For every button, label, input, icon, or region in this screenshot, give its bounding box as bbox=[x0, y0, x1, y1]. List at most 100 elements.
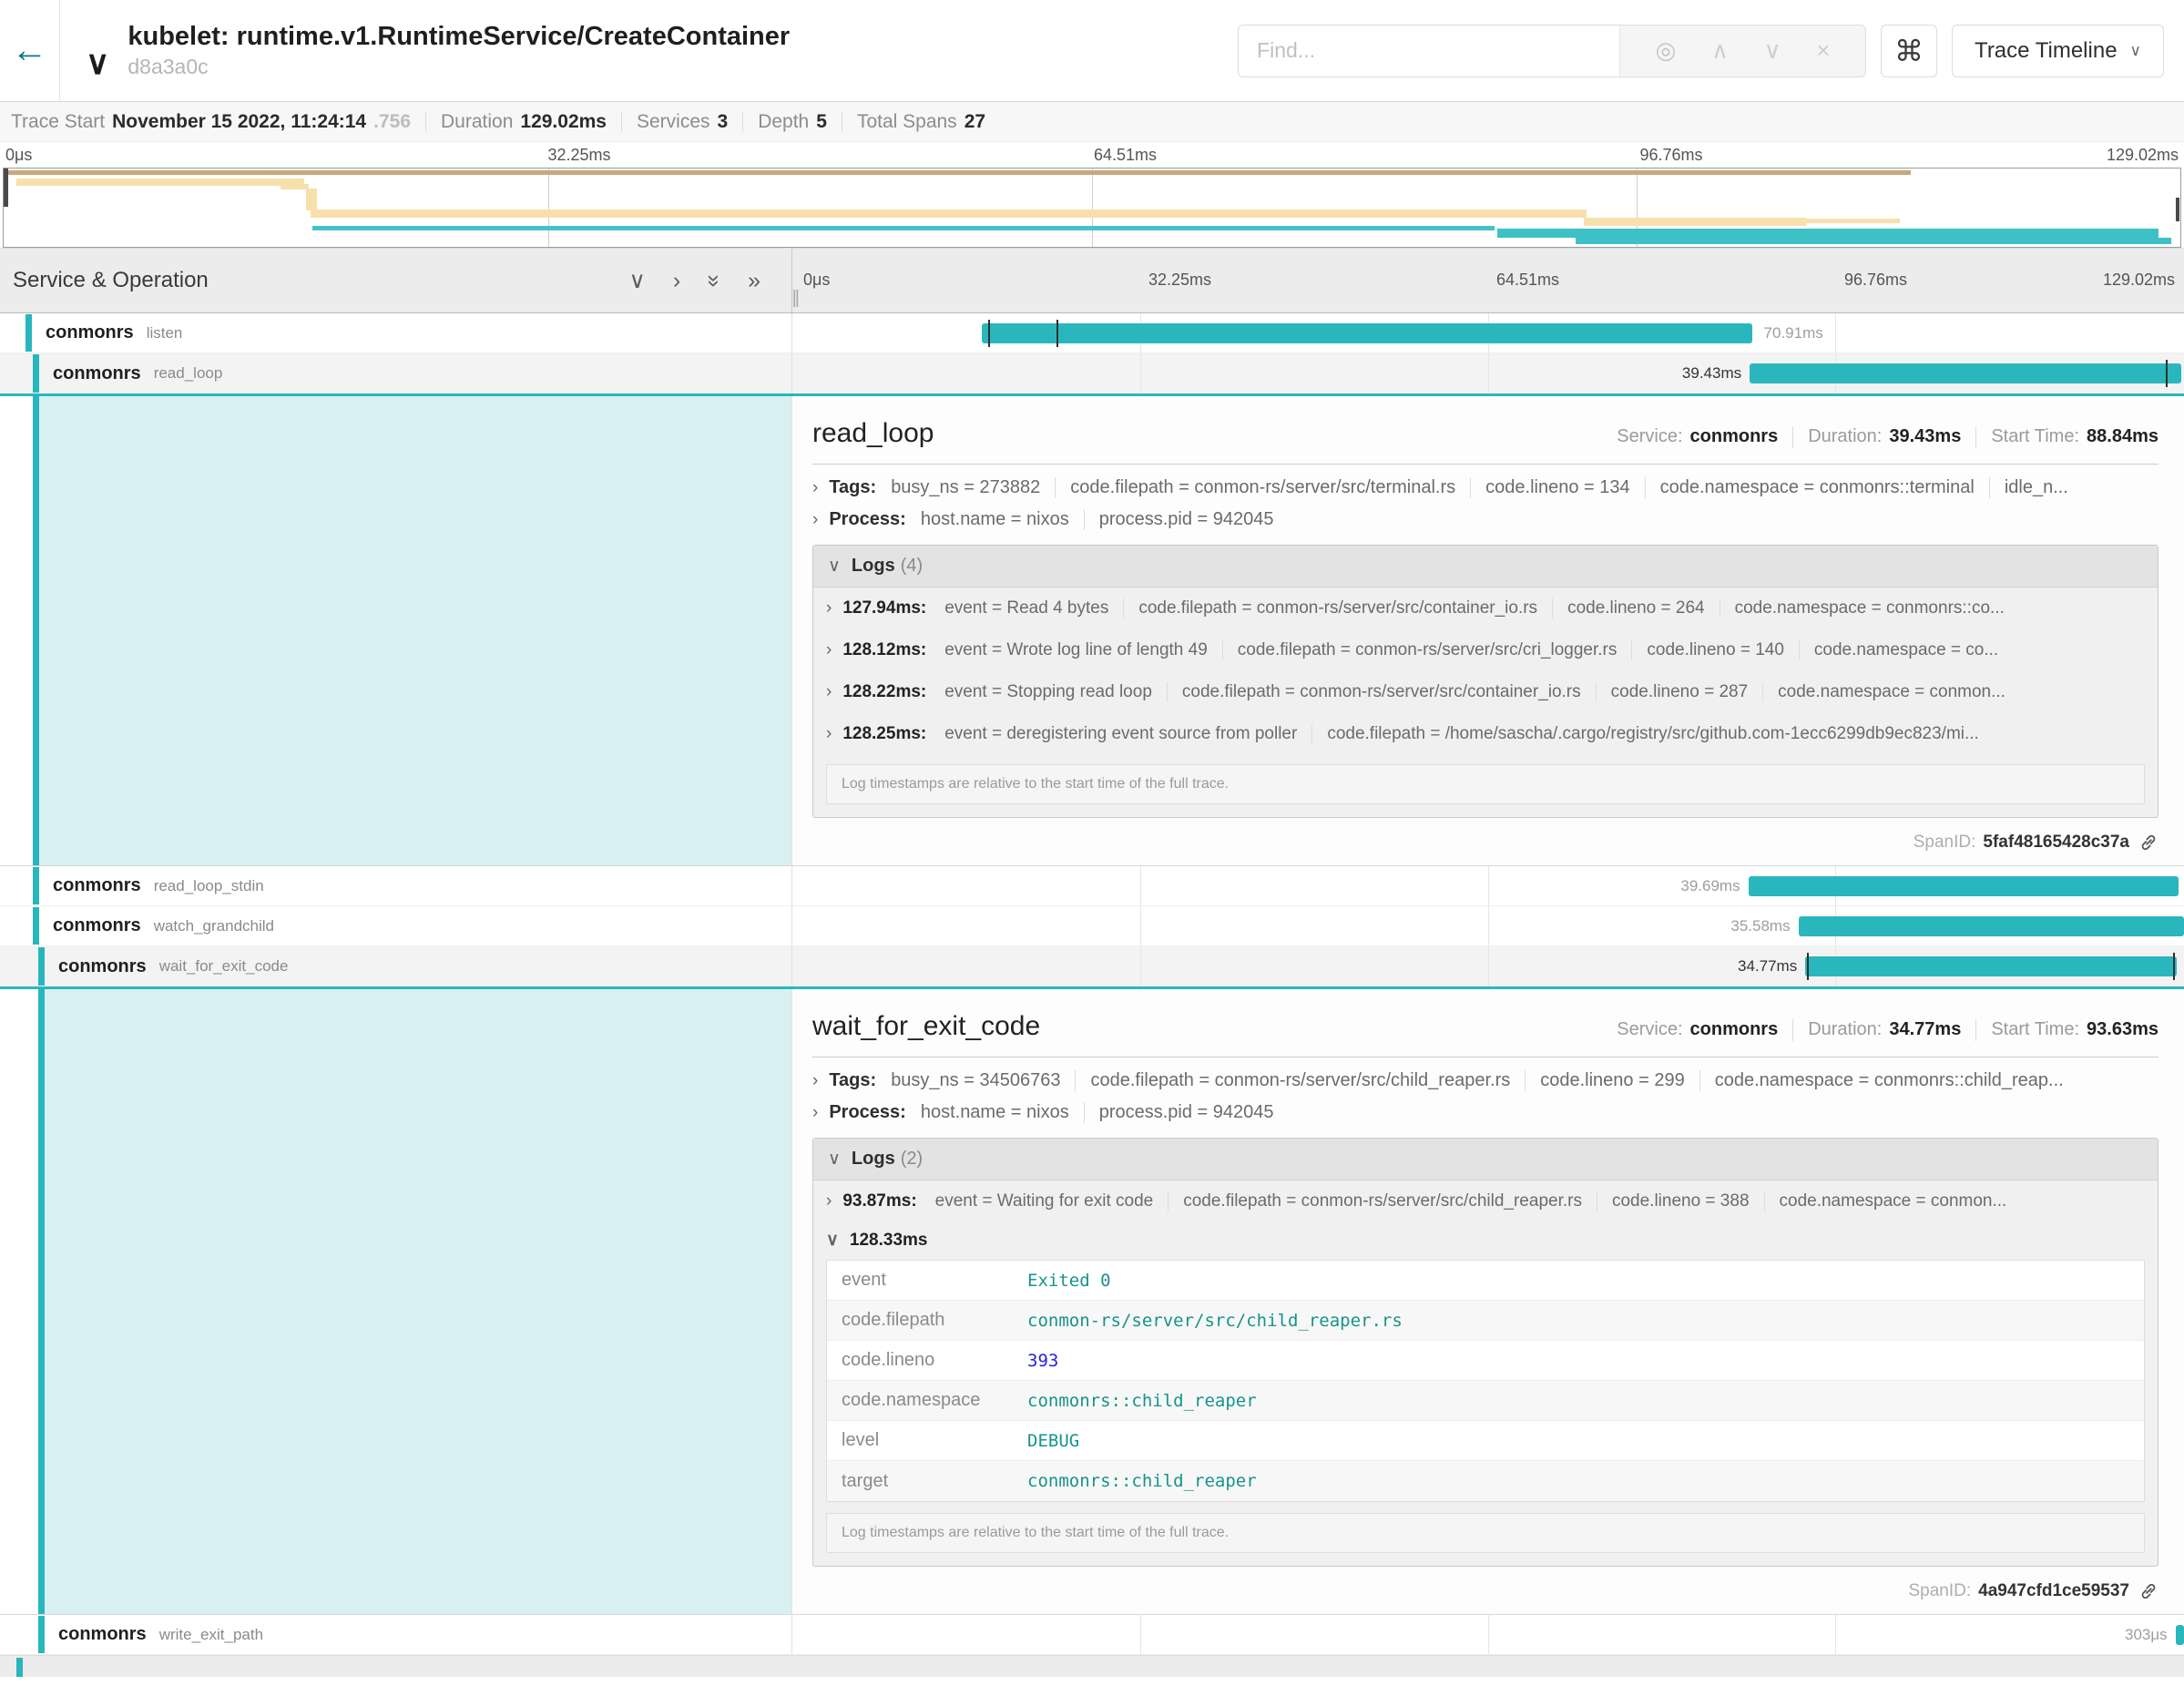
logs-header[interactable]: ∨ Logs (4) bbox=[813, 546, 2158, 588]
log-entry[interactable]: › 128.22ms: event = Stopping read loop c… bbox=[813, 671, 2158, 713]
span-name-cell[interactable]: conmonrs write_exit_path bbox=[0, 1615, 792, 1654]
log-field: code.namespace = conmonrs::co... bbox=[1720, 598, 2019, 618]
process-row[interactable]: › Process: host.name = nixos process.pid… bbox=[812, 509, 2158, 530]
detail-span-title: wait_for_exit_code bbox=[812, 1011, 1040, 1042]
span-name-cell[interactable]: conmonrs read_loop bbox=[0, 353, 792, 393]
minimap-span-bar bbox=[311, 209, 1587, 218]
log-field: code.lineno = 287 bbox=[1596, 682, 1763, 702]
divider bbox=[1792, 1019, 1793, 1041]
divider bbox=[1975, 426, 1976, 448]
logs-label: Logs bbox=[852, 1149, 895, 1170]
tag-item: code.filepath = conmon-rs/server/src/chi… bbox=[1075, 1070, 1525, 1091]
operation-name: read_loop bbox=[154, 364, 223, 383]
span-bar[interactable] bbox=[2176, 1625, 2184, 1645]
span-name-cell[interactable]: conmonrs wait_for_exit_code bbox=[0, 946, 792, 986]
start-time-value: 88.84ms bbox=[2087, 426, 2158, 447]
service-operation-title: Service & Operation bbox=[13, 268, 209, 293]
duration-label: Duration bbox=[441, 111, 513, 133]
minimap-scrubber-left-handle[interactable] bbox=[4, 169, 8, 207]
span-bar[interactable] bbox=[982, 323, 1753, 343]
divider bbox=[1792, 426, 1793, 448]
span-id-value: 5faf48165428c37a bbox=[1983, 833, 2129, 853]
log-field: code.filepath = conmon-rs/server/src/chi… bbox=[1168, 1191, 1597, 1211]
service-name: conmonrs bbox=[53, 875, 141, 896]
expanded-log-header[interactable]: ∨ 128.33ms bbox=[813, 1222, 2158, 1260]
divider bbox=[812, 464, 2158, 465]
chevron-down-icon[interactable]: ∨ bbox=[86, 46, 109, 79]
span-name-cell[interactable]: conmonrs listen bbox=[0, 313, 792, 353]
chevron-down-icon: ∨ bbox=[826, 1230, 839, 1251]
expand-one-icon[interactable]: › bbox=[673, 270, 680, 292]
span-bar[interactable] bbox=[1799, 916, 2184, 936]
span-table-header: Service & Operation ∨ › » » || 0μs 32.25… bbox=[0, 248, 2184, 313]
log-fields-table: event Exited 0 code.filepath conmon-rs/s… bbox=[826, 1260, 2145, 1502]
span-name-cell[interactable]: conmonrs watch_grandchild bbox=[0, 906, 792, 945]
log-timestamp: 128.12ms: bbox=[842, 640, 926, 660]
tags-row[interactable]: › Tags: busy_ns = 34506763 code.filepath… bbox=[812, 1070, 2158, 1091]
collapse-one-icon[interactable]: ∨ bbox=[629, 270, 646, 292]
view-selector-button[interactable]: Trace Timeline ∨ bbox=[1952, 25, 2164, 77]
operation-name: watch_grandchild bbox=[154, 917, 274, 935]
span-bar[interactable] bbox=[1749, 876, 2179, 896]
span-detail-wait-for-exit-code: wait_for_exit_code Service:conmonrs Dura… bbox=[0, 989, 2184, 1615]
span-row-listen: conmonrs listen 70.91ms bbox=[0, 313, 2184, 353]
span-bar[interactable] bbox=[1805, 956, 2177, 976]
span-color-accent bbox=[33, 396, 39, 865]
log-marker bbox=[2173, 953, 2175, 980]
collapse-all-icon[interactable]: » bbox=[703, 274, 726, 287]
link-icon[interactable] bbox=[2138, 1581, 2158, 1601]
link-icon[interactable] bbox=[2138, 833, 2158, 853]
divider bbox=[812, 1057, 2158, 1058]
service-value: conmonrs bbox=[1690, 426, 1779, 447]
tags-row[interactable]: › Tags: busy_ns = 273882 code.filepath =… bbox=[812, 477, 2158, 498]
span-timeline-cell: 35.58ms bbox=[792, 906, 2184, 945]
clear-search-icon[interactable]: × bbox=[1816, 36, 1830, 65]
span-timeline-cell: 303μs bbox=[792, 1615, 2184, 1654]
field-key: code.namespace bbox=[827, 1390, 1027, 1411]
axis-tick: 96.76ms bbox=[1844, 271, 1907, 290]
log-field: code.filepath = conmon-rs/server/src/con… bbox=[1123, 598, 1552, 618]
span-id-value: 4a947cfd1ce59537 bbox=[1978, 1581, 2129, 1601]
chevron-right-icon: › bbox=[812, 1103, 818, 1123]
process-row[interactable]: › Process: host.name = nixos process.pid… bbox=[812, 1102, 2158, 1123]
service-name: conmonrs bbox=[53, 363, 141, 384]
collapse-controls: ∨ › » » bbox=[629, 270, 791, 292]
match-case-icon[interactable]: ◎ bbox=[1656, 36, 1677, 65]
timeline-minimap[interactable] bbox=[3, 168, 2181, 248]
expand-all-icon[interactable]: » bbox=[748, 270, 760, 292]
span-color-accent bbox=[16, 1658, 23, 1677]
keyboard-shortcuts-button[interactable]: ⌘ bbox=[1881, 25, 1937, 77]
back-button[interactable]: ← bbox=[0, 0, 60, 102]
next-match-icon[interactable]: ∨ bbox=[1764, 36, 1781, 65]
minimap-tick-labels: 0μs 32.25ms 64.51ms 96.76ms 129.02ms bbox=[0, 142, 2184, 168]
chevron-down-icon: ∨ bbox=[2130, 42, 2141, 60]
span-name-cell[interactable]: conmonrs read_loop_stdin bbox=[0, 866, 792, 905]
logs-header[interactable]: ∨ Logs (2) bbox=[813, 1139, 2158, 1180]
table-row: code.filepath conmon-rs/server/src/child… bbox=[827, 1301, 2144, 1341]
field-value: 393 bbox=[1027, 1351, 1058, 1371]
tag-item: idle_n... bbox=[1989, 477, 2083, 498]
prev-match-icon[interactable]: ∧ bbox=[1711, 36, 1729, 65]
minimap-tick: 32.25ms bbox=[548, 146, 611, 165]
logs-count: (4) bbox=[901, 556, 923, 577]
chevron-right-icon: › bbox=[812, 478, 818, 498]
depth-label: Depth bbox=[758, 111, 809, 133]
log-entry[interactable]: › 127.94ms: event = Read 4 bytes code.fi… bbox=[813, 588, 2158, 629]
log-entry[interactable]: › 128.12ms: event = Wrote log line of le… bbox=[813, 629, 2158, 671]
span-bar[interactable] bbox=[1750, 363, 2181, 383]
header-actions: ◎ ∧ ∨ × ⌘ Trace Timeline ∨ bbox=[1238, 25, 2184, 77]
log-timestamps-note: Log timestamps are relative to the start… bbox=[826, 1513, 2145, 1553]
span-color-accent bbox=[33, 867, 39, 904]
page-title: kubelet: runtime.v1.RuntimeService/Creat… bbox=[128, 22, 790, 52]
find-input[interactable] bbox=[1239, 26, 1619, 77]
log-entry[interactable]: › 128.25ms: event = deregistering event … bbox=[813, 713, 2158, 755]
field-key: target bbox=[827, 1471, 1027, 1492]
log-timestamp: 128.25ms: bbox=[842, 724, 926, 744]
log-marker bbox=[988, 320, 990, 347]
timeline-axis: 0μs 32.25ms 64.51ms 96.76ms 129.02ms bbox=[792, 249, 2184, 312]
log-entry[interactable]: › 93.87ms: event = Waiting for exit code… bbox=[813, 1180, 2158, 1222]
log-field: code.namespace = co... bbox=[1799, 640, 2013, 660]
minimap-scrubber-right-handle[interactable] bbox=[2176, 198, 2179, 221]
divider bbox=[621, 112, 622, 132]
find-box: ◎ ∧ ∨ × bbox=[1238, 25, 1866, 77]
